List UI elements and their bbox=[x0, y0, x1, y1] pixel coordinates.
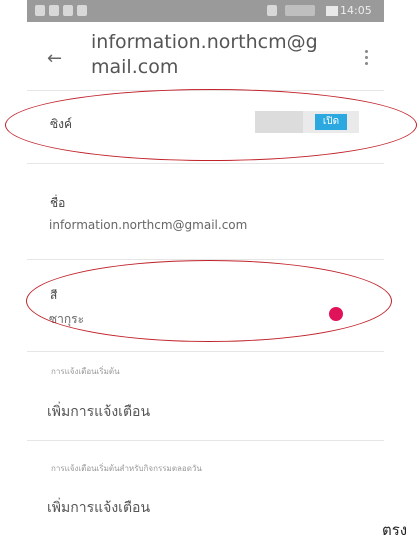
divider bbox=[27, 351, 384, 352]
app-bar: ← information.northcm@gmail.com bbox=[27, 22, 384, 88]
divider bbox=[27, 90, 384, 91]
toggle-off-segment bbox=[255, 111, 303, 133]
notification-icon bbox=[63, 5, 73, 16]
notification-icon bbox=[49, 5, 59, 16]
settings-screen: 14:05 ← information.northcm@gmail.com ซิ… bbox=[27, 0, 384, 533]
notifications-header: การแจ้งเตือนเริ่มต้น bbox=[51, 367, 120, 376]
add-allday-notification-button[interactable]: เพิ่มการแจ้งเตือน bbox=[47, 497, 150, 519]
status-time: 14:05 bbox=[340, 4, 372, 17]
sync-toggle[interactable]: เปิด bbox=[255, 111, 359, 133]
signal-icon bbox=[285, 5, 315, 16]
caption-text: ตรง bbox=[382, 521, 408, 539]
add-notification-button[interactable]: เพิ่มการแจ้งเตือน bbox=[47, 401, 150, 423]
divider bbox=[27, 259, 384, 260]
location-icon bbox=[267, 5, 277, 16]
sync-label: ซิงค์ bbox=[50, 117, 73, 131]
divider bbox=[27, 163, 384, 164]
notification-icon bbox=[35, 5, 45, 16]
toggle-on-label: เปิด bbox=[315, 114, 347, 130]
name-value[interactable]: information.northcm@gmail.com bbox=[49, 218, 247, 232]
notification-icon bbox=[77, 5, 87, 16]
color-value[interactable]: ซากุระ bbox=[49, 310, 84, 329]
status-bar: 14:05 bbox=[27, 0, 384, 22]
color-label: สี bbox=[50, 288, 58, 302]
page-title: information.northcm@gmail.com bbox=[91, 31, 318, 78]
divider bbox=[27, 440, 384, 441]
back-arrow-icon[interactable]: ← bbox=[47, 48, 62, 69]
toggle-on-segment: เปิด bbox=[303, 111, 359, 133]
allday-notifications-header: การแจ้งเตือนเริ่มต้นสำหรับกิจกรรมตลอดวัน bbox=[51, 464, 202, 473]
color-swatch[interactable] bbox=[329, 307, 343, 321]
battery-icon bbox=[326, 6, 338, 16]
name-label: ชื่อ bbox=[50, 196, 66, 210]
overflow-menu-icon[interactable] bbox=[365, 50, 369, 68]
